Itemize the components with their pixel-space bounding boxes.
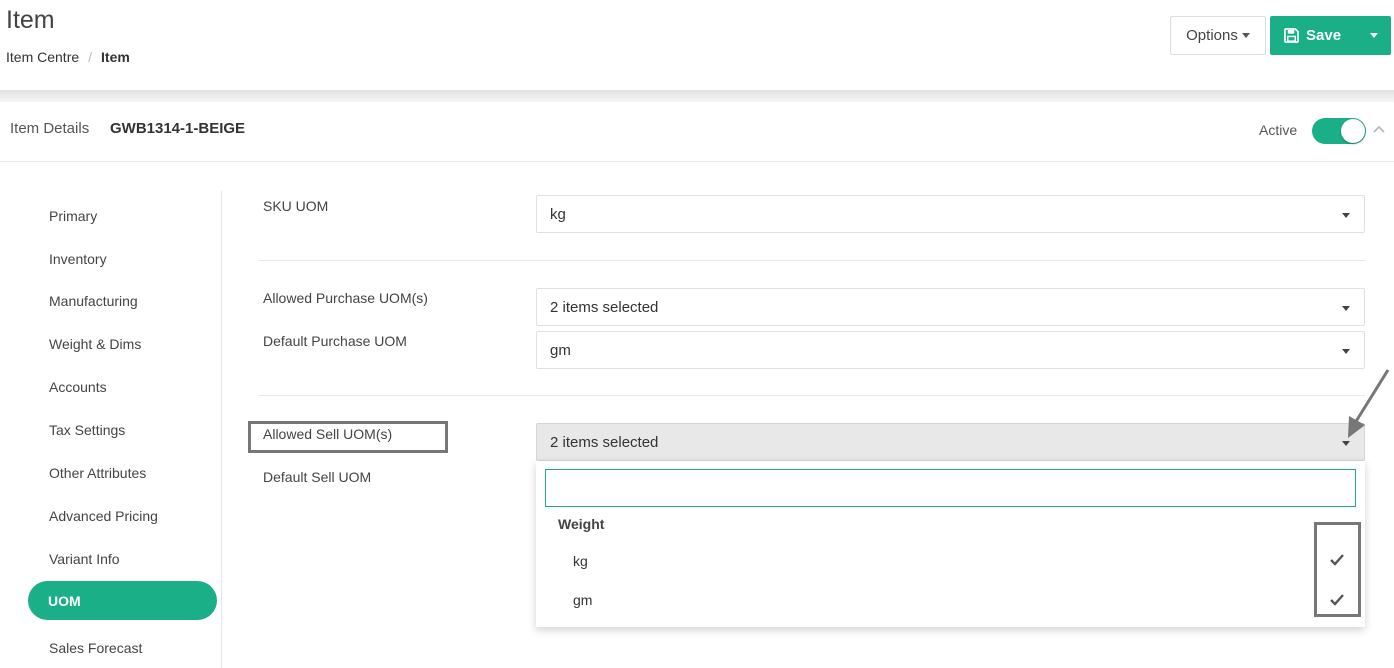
sidebar-item-sales-forecast[interactable]: Sales Forecast [49,640,142,656]
options-button[interactable]: Options [1170,16,1266,55]
sidebar-item-accounts[interactable]: Accounts [49,379,107,395]
save-button-group: Save [1270,16,1391,55]
sidebar: Primary Inventory Manufacturing Weight &… [0,191,222,668]
sidebar-item-uom[interactable]: UOM [28,581,217,620]
header-divider [0,90,1394,102]
options-button-label: Options [1186,27,1238,44]
default-sell-uom-label: Default Sell UOM [263,469,372,485]
breadcrumb-current: Item [101,49,130,65]
sidebar-item-manufacturing[interactable]: Manufacturing [49,293,138,309]
dropdown-search-input[interactable] [545,469,1356,507]
allowed-purchase-uom-value: 2 items selected [550,298,659,316]
caret-down-icon [1342,306,1350,311]
sku-uom-label: SKU UOM [263,198,329,214]
allowed-sell-uom-select[interactable]: 2 items selected [536,423,1365,461]
breadcrumb-parent-link[interactable]: Item Centre [6,49,79,65]
annotation-highlight-box [1314,522,1361,617]
sidebar-item-other-attributes[interactable]: Other Attributes [49,465,146,481]
caret-down-icon [1342,213,1350,218]
allowed-sell-uom-value: 2 items selected [550,433,659,451]
sku-uom-select[interactable]: kg [536,195,1365,233]
default-purchase-uom-label: Default Purchase UOM [263,333,407,349]
save-dropdown-toggle[interactable] [1356,16,1391,55]
item-details-bar: Item Details GWB1314-1-BEIGE Active [0,102,1394,162]
allowed-purchase-uom-label: Allowed Purchase UOM(s) [263,290,428,306]
caret-down-icon [1342,349,1350,354]
dropdown-option-gm[interactable]: gm [573,592,592,608]
toggle-knob [1341,119,1365,143]
dropdown-group-label: Weight [558,516,605,532]
allowed-sell-uom-dropdown: Weight kg gm [536,461,1365,627]
chevron-up-icon[interactable] [1372,122,1386,136]
breadcrumb: Item Centre / Item [6,49,130,65]
floppy-disk-icon [1284,28,1299,43]
default-purchase-uom-value: gm [550,341,571,359]
sidebar-item-weight-dims[interactable]: Weight & Dims [49,336,141,352]
breadcrumb-separator: / [88,49,93,65]
save-button[interactable]: Save [1270,16,1356,55]
caret-down-icon [1241,33,1250,38]
annotation-highlight-box [248,421,448,453]
default-purchase-uom-select[interactable]: gm [536,331,1365,369]
page-title: Item [6,6,55,34]
annotation-arrow-icon [1348,369,1390,438]
item-code: GWB1314-1-BEIGE [110,120,246,137]
section-divider [258,260,1365,261]
active-toggle[interactable] [1312,118,1366,144]
sidebar-item-primary[interactable]: Primary [49,208,97,224]
allowed-purchase-uom-select[interactable]: 2 items selected [536,288,1365,326]
sku-uom-value: kg [550,205,566,223]
sidebar-item-inventory[interactable]: Inventory [49,251,107,267]
active-label: Active [1259,122,1298,138]
item-details-label: Item Details [10,120,90,137]
sidebar-item-variant-info[interactable]: Variant Info [49,551,120,567]
sidebar-item-tax-settings[interactable]: Tax Settings [49,422,125,438]
caret-down-icon [1369,33,1378,38]
dropdown-option-kg[interactable]: kg [573,553,588,569]
save-button-label: Save [1306,27,1342,44]
sidebar-item-advanced-pricing[interactable]: Advanced Pricing [49,508,158,524]
section-divider [258,395,1365,396]
page-header: Item Item Centre / Item Options Save [0,0,1394,90]
sidebar-item-label: UOM [48,592,81,609]
